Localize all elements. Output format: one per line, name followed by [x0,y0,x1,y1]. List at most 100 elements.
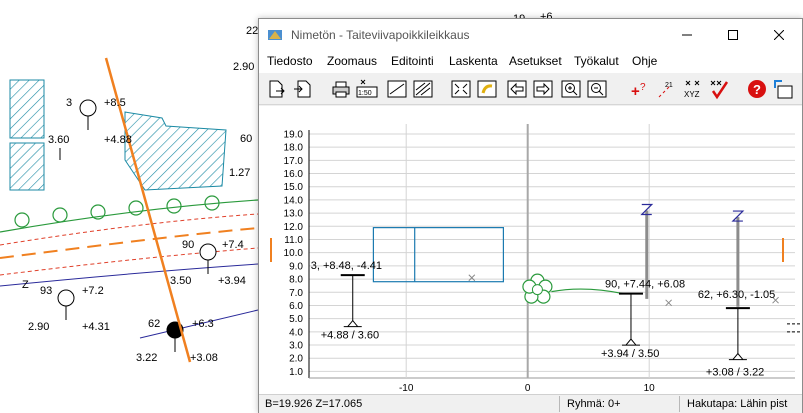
x-tick-label: -10 [399,383,414,394]
survey-point: 90, +7.44, +6.08 +3.94 / 3.50 [601,279,685,360]
map-tree-row [14,195,220,228]
scale-label: 1:50 [358,90,372,97]
menu-laskenta[interactable]: Laskenta [449,54,498,68]
svg-text:62: 62 [148,318,160,330]
survey-point: 3, +8.48, -4.41 +4.88 / 3.60 [311,260,382,341]
number-label: 21 [665,82,673,89]
menu-editointi[interactable]: Editointi [391,54,434,68]
svg-text:93: 93 [40,285,52,297]
menu-tyokalut[interactable]: Työkalut [574,54,619,68]
svg-text:Z: Z [22,279,29,291]
menu-zoomaus[interactable]: Zoomaus [327,54,377,68]
open-file-icon[interactable] [291,77,315,101]
maximize-button[interactable] [710,19,756,51]
print-preview-icon[interactable] [385,77,409,101]
y-tick-label: 14.0 [284,195,304,206]
svg-text:XYZ: XYZ [684,90,700,99]
svg-text:22: 22 [246,25,258,37]
point-sub-label: +3.94 / 3.50 [601,348,659,360]
menu-ohje[interactable]: Ohje [632,54,657,68]
y-tick-label: 11.0 [284,235,303,246]
menu-asetukset[interactable]: Asetukset [509,54,562,68]
y-tick-label: 8.0 [289,275,303,286]
y-tick-label: 3.0 [289,341,303,352]
close-button[interactable] [756,19,802,51]
map-building [9,142,45,191]
y-tick-label: 13.0 [284,209,304,220]
svg-text:+3.94: +3.94 [218,275,246,287]
help-icon[interactable]: ? [745,77,769,101]
menu-tiedosto[interactable]: Tiedosto [267,54,313,68]
add-point-icon[interactable]: +? [627,77,651,101]
y-tick-labels: 1.0 2.0 3.0 4.0 5.0 6.0 7.0 8.0 9.0 10.0 11.0 12.0 1… [284,129,304,377]
status-group: Ryhmä: 0+ [567,398,621,410]
title-bar[interactable]: Nimetön - Taiteviivapoikkileikkaus [259,19,802,51]
svg-text:2.90: 2.90 [233,61,254,73]
section-canvas[interactable]: 1.0 2.0 3.0 4.0 5.0 6.0 7.0 8.0 9.0 10.0 11.0 12.0 1… [259,106,802,394]
minimize-icon [682,34,692,36]
xyz-icon[interactable]: XYZ [681,77,705,101]
cross-marker [665,299,672,307]
map-road-line [0,213,259,246]
y-tick-label: 18.0 [284,143,304,154]
y-tick-label: 2.0 [289,354,303,365]
svg-text:+7.4: +7.4 [222,239,244,251]
svg-text:90: 90 [182,239,194,251]
zoom-out-icon[interactable] [585,77,609,101]
svg-text:+: + [631,83,640,100]
section-window: Nimetön - Taiteviivapoikkileikkaus Tiedo… [258,18,803,413]
zoom-extents-icon[interactable] [449,77,473,101]
y-tick-label: 9.0 [289,261,303,272]
export-icon[interactable] [771,77,795,101]
menu-bar: Tiedosto Zoomaus Editointi Laskenta Aset… [259,51,802,73]
svg-text:2.90: 2.90 [28,321,49,333]
plot-grid [308,124,795,379]
svg-text:?: ? [640,82,646,93]
y-tick-label: 5.0 [289,314,303,325]
y-tick-label: 1.0 [289,367,303,378]
window-title: Nimetön - Taiteviivapoikkileikkaus [291,28,470,42]
svg-text:+7.2: +7.2 [82,285,104,297]
renumber-icon[interactable]: 21 [655,77,679,101]
svg-text:1.27: 1.27 [229,167,250,179]
toolbar: 1:50 + ? 21 XYZ ? [259,73,802,105]
y-tick-label: 10.0 [284,248,304,259]
cross-section-plot[interactable]: 1.0 2.0 3.0 4.0 5.0 6.0 7.0 8.0 9.0 10.0 11.0 12.0 1… [259,106,802,394]
svg-text:3.22: 3.22 [136,352,157,364]
structure-lines [787,323,801,333]
pan-icon[interactable] [475,77,499,101]
y-tick-label: 12.0 [284,222,304,233]
status-divider [559,396,560,412]
building-outline [372,227,505,283]
svg-text:3.50: 3.50 [170,275,191,287]
zoom-in-icon[interactable] [559,77,583,101]
map-building [9,79,45,139]
new-file-icon[interactable] [265,77,289,101]
print-icon[interactable] [329,77,353,101]
svg-text:60: 60 [240,133,252,145]
next-icon[interactable] [531,77,555,101]
svg-text:+4.31: +4.31 [82,321,110,333]
scale-icon[interactable]: 1:50 [355,77,379,101]
point-label: 3, +8.48, -4.41 [311,260,382,272]
y-tick-label: 7.0 [289,288,303,299]
map-road-line [0,247,259,276]
point-label: 62, +6.30, -1.05 [698,289,775,301]
map-road-line [0,227,259,259]
previous-icon[interactable] [505,77,529,101]
status-divider [679,396,680,412]
svg-text:+4.88: +4.88 [104,134,132,146]
check-icon[interactable] [707,77,731,101]
close-icon [774,30,784,40]
point-base-icon [621,338,640,346]
svg-text:3.60: 3.60 [48,134,69,146]
y-tick-label: 15.0 [284,182,304,193]
y-tick-label: 17.0 [284,156,304,167]
cross-marker [468,274,476,282]
minimize-button[interactable] [664,19,710,51]
svg-text:?: ? [753,82,761,97]
screen: 22 19 +6 2.90 3 +8.5 3.60 +4.88 60 1.27 … [0,0,803,413]
svg-text:+3.08: +3.08 [190,352,218,364]
y-tick-label: 16.0 [284,169,304,180]
hatch-icon[interactable] [411,77,435,101]
